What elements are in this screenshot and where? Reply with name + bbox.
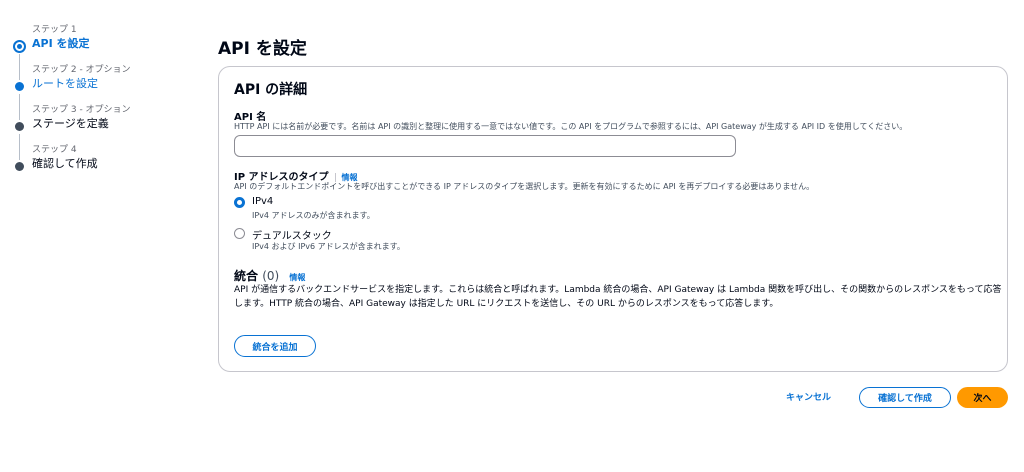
step-title: ルートを設定: [32, 77, 98, 90]
panel-title: API の詳細: [234, 82, 308, 98]
step-title: API を設定: [32, 37, 90, 50]
add-integration-button[interactable]: 統合を追加: [234, 335, 316, 357]
step-1[interactable]: ステップ 1 API を設定: [12, 24, 192, 80]
step-4[interactable]: ステップ 4 確認して作成: [12, 144, 192, 184]
integrations-description: API が通信するバックエンドサービスを指定します。これらは統合と呼ばれます。L…: [234, 285, 1002, 309]
step-number: ステップ 3 - オプション: [32, 105, 131, 115]
current-step-icon: [13, 40, 26, 53]
step-dot-icon: [15, 162, 24, 171]
integrations-count: (0): [262, 269, 280, 283]
dual-stack-description: IPv4 および IPv6 アドレスが含まれます。: [252, 242, 405, 251]
integrations-header: 統合 (0) 情報: [234, 267, 305, 284]
cancel-button[interactable]: キャンセル: [786, 390, 831, 403]
api-details-panel: API の詳細 API 名 HTTP API には名前が必要です。名前は API…: [218, 66, 1008, 372]
next-button[interactable]: 次へ: [957, 387, 1008, 408]
dual-stack-radio[interactable]: [234, 228, 245, 239]
step-title: 確認して作成: [32, 157, 98, 170]
step-3[interactable]: ステップ 3 - オプション ステージを定義: [12, 104, 192, 160]
integrations-info-link[interactable]: 情報: [289, 273, 305, 282]
step-title: ステージを定義: [32, 117, 109, 130]
step-dot-icon: [15, 122, 24, 131]
dual-stack-label: デュアルスタック: [252, 231, 332, 242]
review-and-create-button[interactable]: 確認して作成: [859, 387, 951, 408]
ipv4-description: IPv4 アドレスのみが含まれます。: [252, 211, 375, 220]
ipv4-label: IPv4: [252, 196, 274, 207]
page-title: API を設定: [218, 39, 307, 59]
step-2[interactable]: ステップ 2 - オプション ルートを設定: [12, 64, 192, 120]
api-name-input[interactable]: [234, 135, 736, 157]
integrations-title: 統合: [234, 269, 259, 283]
step-dot-icon: [15, 82, 24, 91]
api-name-description: HTTP API には名前が必要です。名前は API の識別と整理に使用する一意…: [234, 122, 908, 131]
wizard-stepper: ステップ 1 API を設定 ステップ 2 - オプション ルートを設定 ステッ…: [12, 24, 192, 184]
step-number: ステップ 2 - オプション: [32, 65, 131, 75]
step-number: ステップ 1: [32, 25, 77, 35]
ipv4-radio[interactable]: [234, 197, 245, 208]
step-number: ステップ 4: [32, 145, 77, 155]
ip-type-description: API のデフォルトエンドポイントを呼び出すことができる IP アドレスのタイプ…: [234, 182, 815, 191]
